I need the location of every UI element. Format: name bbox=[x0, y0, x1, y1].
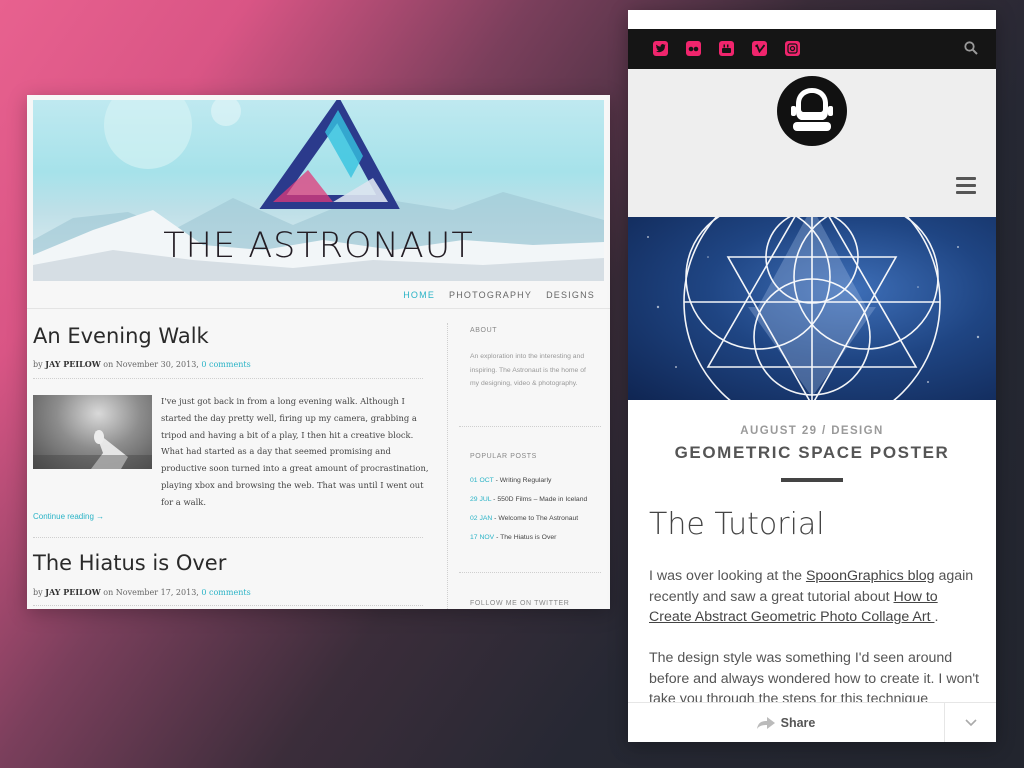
youtube-icon[interactable] bbox=[719, 41, 734, 56]
post-title[interactable]: GEOMETRIC SPACE POSTER bbox=[628, 443, 996, 463]
geometric-poster-image[interactable] bbox=[628, 217, 996, 400]
chevron-down-icon[interactable] bbox=[944, 703, 996, 742]
share-button[interactable]: Share bbox=[628, 703, 944, 742]
post-meta[interactable]: AUGUST 29 / DESIGN bbox=[628, 425, 996, 437]
instagram-icon[interactable] bbox=[785, 41, 800, 56]
title-rule bbox=[781, 478, 843, 482]
post-title[interactable]: The Hiatus is Over bbox=[33, 551, 226, 575]
sidebar-divider bbox=[447, 323, 448, 609]
article-paragraph: I was over looking at the SpoonGraphics … bbox=[649, 568, 974, 625]
post-meta: by JAY PEILOW on November 30, 2013, 0 co… bbox=[33, 359, 251, 369]
hamburger-menu-icon[interactable] bbox=[956, 177, 976, 199]
post-author[interactable]: JAY PEILOW bbox=[45, 359, 101, 369]
share-arrow-icon bbox=[756, 717, 775, 729]
post-meta: by JAY PEILOW on November 17, 2013, 0 co… bbox=[33, 587, 251, 597]
site-banner[interactable]: THE ASTRONAUT bbox=[33, 100, 604, 281]
search-icon[interactable] bbox=[964, 41, 978, 60]
divider bbox=[33, 378, 423, 379]
post-title[interactable]: An Evening Walk bbox=[33, 324, 209, 348]
comments-link[interactable]: 0 comments bbox=[201, 588, 250, 597]
divider bbox=[33, 537, 423, 538]
desktop-site-mockup: THE ASTRONAUT HOME PHOTOGRAPHY DESIGNS A… bbox=[27, 95, 610, 609]
comments-link[interactable]: 0 comments bbox=[201, 360, 250, 369]
about-heading: ABOUT bbox=[470, 327, 498, 334]
section-heading: The Tutorial bbox=[649, 507, 825, 542]
twitter-icon[interactable] bbox=[653, 41, 668, 56]
continue-reading-link[interactable]: Continue reading → bbox=[33, 512, 104, 521]
popular-post-link[interactable]: 01 OCT - Writing Regularly bbox=[470, 477, 551, 484]
popular-post-link[interactable]: 17 NOV - The Hiatus is Over bbox=[470, 534, 556, 541]
divider bbox=[459, 572, 601, 573]
popular-posts-heading: POPULAR POSTS bbox=[470, 453, 537, 460]
nav-divider bbox=[27, 308, 610, 309]
flickr-icon[interactable] bbox=[686, 41, 701, 56]
astronaut-helmet-logo[interactable] bbox=[777, 76, 847, 146]
twitter-heading: FOLLOW ME ON TWITTER bbox=[470, 600, 570, 607]
share-bar: Share bbox=[628, 702, 996, 742]
post-excerpt: I've just got back in from a long evenin… bbox=[161, 396, 429, 507]
mobile-top-bar bbox=[628, 29, 996, 69]
spoongraphics-link[interactable]: SpoonGraphics blog bbox=[806, 568, 935, 584]
nav-designs[interactable]: DESIGNS bbox=[546, 290, 595, 300]
nav-photography[interactable]: PHOTOGRAPHY bbox=[449, 290, 532, 300]
nav-home[interactable]: HOME bbox=[403, 290, 435, 300]
divider bbox=[33, 605, 423, 606]
post-author[interactable]: JAY PEILOW bbox=[45, 587, 101, 597]
mobile-site-mockup: AUGUST 29 / DESIGN GEOMETRIC SPACE POSTE… bbox=[628, 10, 996, 742]
desktop-nav: HOME PHOTOGRAPHY DESIGNS bbox=[403, 290, 595, 300]
about-text: An exploration into the interesting and … bbox=[470, 353, 586, 387]
divider bbox=[459, 426, 601, 427]
mobile-header bbox=[628, 69, 996, 217]
share-label: Share bbox=[780, 716, 816, 730]
post-thumbnail[interactable] bbox=[33, 395, 152, 469]
popular-post-link[interactable]: 29 JUL - 550D Films – Made in Iceland bbox=[470, 496, 587, 503]
banner-title: THE ASTRONAUT bbox=[163, 226, 474, 266]
article-paragraph: The design style was something I'd seen … bbox=[649, 650, 979, 707]
vimeo-icon[interactable] bbox=[752, 41, 767, 56]
popular-post-link[interactable]: 02 JAN - Welcome to The Astronaut bbox=[470, 515, 578, 522]
